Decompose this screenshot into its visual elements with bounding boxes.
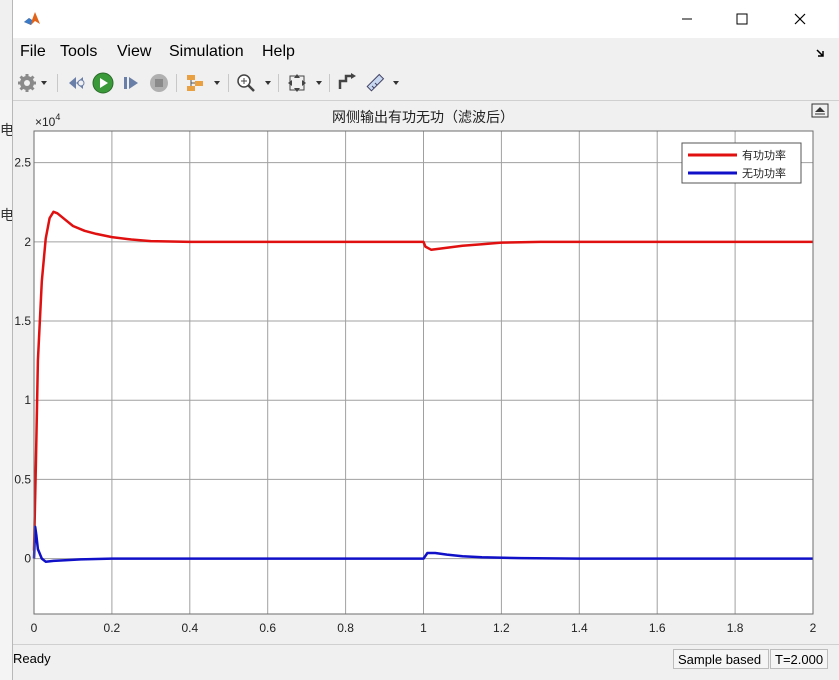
status-bar: Ready Sample based T=2.000 — [13, 644, 839, 673]
y-tick-labels: 0 0.5 1 1.5 2 2.5 — [14, 156, 31, 566]
measurements-button[interactable] — [363, 72, 387, 94]
menu-view[interactable]: View — [117, 43, 151, 61]
x-tick-labels: 0 0.2 0.4 0.6 0.8 1 1.2 1.4 1.6 1.8 2 — [31, 621, 817, 635]
minimize-button[interactable] — [658, 0, 716, 38]
y-tick-label: 1.5 — [14, 314, 31, 328]
step-back-button[interactable] — [64, 72, 88, 94]
toolbar-separator — [228, 74, 229, 92]
maximize-button[interactable] — [713, 0, 771, 38]
title-bar — [13, 0, 839, 38]
triggers-button[interactable] — [335, 72, 359, 94]
menu-tools[interactable]: Tools — [60, 43, 97, 61]
toolbar-separator — [278, 74, 279, 92]
y-tick-label: 2 — [24, 235, 31, 249]
autoscale-icon — [288, 74, 306, 92]
zoom-icon — [237, 74, 255, 92]
signal-selector-button[interactable] — [183, 72, 207, 94]
menu-bar: File Tools View Simulation Help — [13, 38, 839, 66]
autoscale-dropdown-icon[interactable] — [316, 81, 322, 85]
scope-display: 0 0.2 0.4 0.6 0.8 1 1.2 1.4 1.6 1.8 2 0 0.5 1 1.5 2 2.5… — [13, 101, 839, 644]
maximize-icon — [736, 13, 748, 25]
run-icon — [92, 72, 114, 94]
x-tick-label: 1.6 — [649, 621, 666, 635]
legend-label-reactive-power: 无功功率 — [742, 166, 786, 180]
x-tick-label: 0.4 — [181, 621, 198, 635]
simulation-time: T=2.000 — [770, 649, 828, 669]
run-button[interactable] — [91, 72, 115, 94]
scope-chart: 0 0.2 0.4 0.6 0.8 1 1.2 1.4 1.6 1.8 2 0 0.5 1 1.5 2 2.5… — [14, 103, 829, 635]
measurements-icon — [366, 73, 385, 92]
y-tick-label: 0 — [24, 552, 31, 566]
x-tick-label: 1.8 — [727, 621, 744, 635]
sample-mode-indicator: Sample based — [673, 649, 769, 669]
toolbar-separator — [57, 74, 58, 92]
toolbar-separator — [329, 74, 330, 92]
background-canvas — [0, 100, 12, 680]
x-tick-label: 0.6 — [259, 621, 276, 635]
settings-dropdown-icon[interactable] — [41, 81, 47, 85]
triggers-icon — [338, 73, 356, 89]
toolbar — [13, 66, 839, 101]
x-tick-label: 1.4 — [571, 621, 588, 635]
gear-icon — [18, 74, 36, 92]
zoom-button[interactable] — [234, 72, 258, 94]
autoscale-button[interactable] — [285, 72, 309, 94]
x-tick-label: 0.2 — [104, 621, 121, 635]
menu-file[interactable]: File — [20, 43, 46, 61]
settings-button[interactable] — [15, 72, 39, 94]
minimize-icon — [682, 18, 692, 20]
stop-button[interactable] — [147, 72, 171, 94]
scope-window: File Tools View Simulation Help 0 0.2 0.… — [12, 0, 839, 680]
legend[interactable]: 有功功率 无功功率 — [681, 142, 802, 184]
zoom-dropdown-icon[interactable] — [265, 81, 271, 85]
step-forward-button[interactable] — [119, 72, 143, 94]
x-tick-label: 0 — [31, 621, 38, 635]
toolbar-separator — [176, 74, 177, 92]
menu-simulation[interactable]: Simulation — [169, 43, 244, 61]
close-button[interactable] — [771, 0, 829, 38]
x-tick-label: 1 — [420, 621, 427, 635]
y-tick-label: 2.5 — [14, 156, 31, 170]
close-icon — [794, 13, 806, 25]
matlab-logo-icon — [22, 9, 42, 29]
y-exponent-label: ×104 — [35, 112, 60, 129]
step-forward-icon — [124, 77, 138, 89]
y-tick-label: 1 — [24, 393, 31, 407]
status-ready: Ready — [13, 651, 51, 666]
measurements-dropdown-icon[interactable] — [393, 81, 399, 85]
signal-selector-icon — [187, 75, 203, 91]
menu-help[interactable]: Help — [262, 43, 295, 61]
stop-icon — [150, 74, 168, 92]
x-tick-label: 1.2 — [493, 621, 510, 635]
x-tick-label: 2 — [810, 621, 817, 635]
undock-arrow-icon[interactable] — [815, 48, 825, 58]
signal-selector-dropdown-icon[interactable] — [214, 81, 220, 85]
x-tick-label: 0.8 — [337, 621, 354, 635]
chart-title: 网侧输出有功无功（滤波后） — [332, 110, 514, 126]
legend-label-active-power: 有功功率 — [742, 148, 786, 162]
y-tick-label: 0.5 — [14, 472, 31, 486]
step-back-icon — [69, 77, 85, 89]
maximize-axes-button[interactable] — [811, 103, 829, 118]
